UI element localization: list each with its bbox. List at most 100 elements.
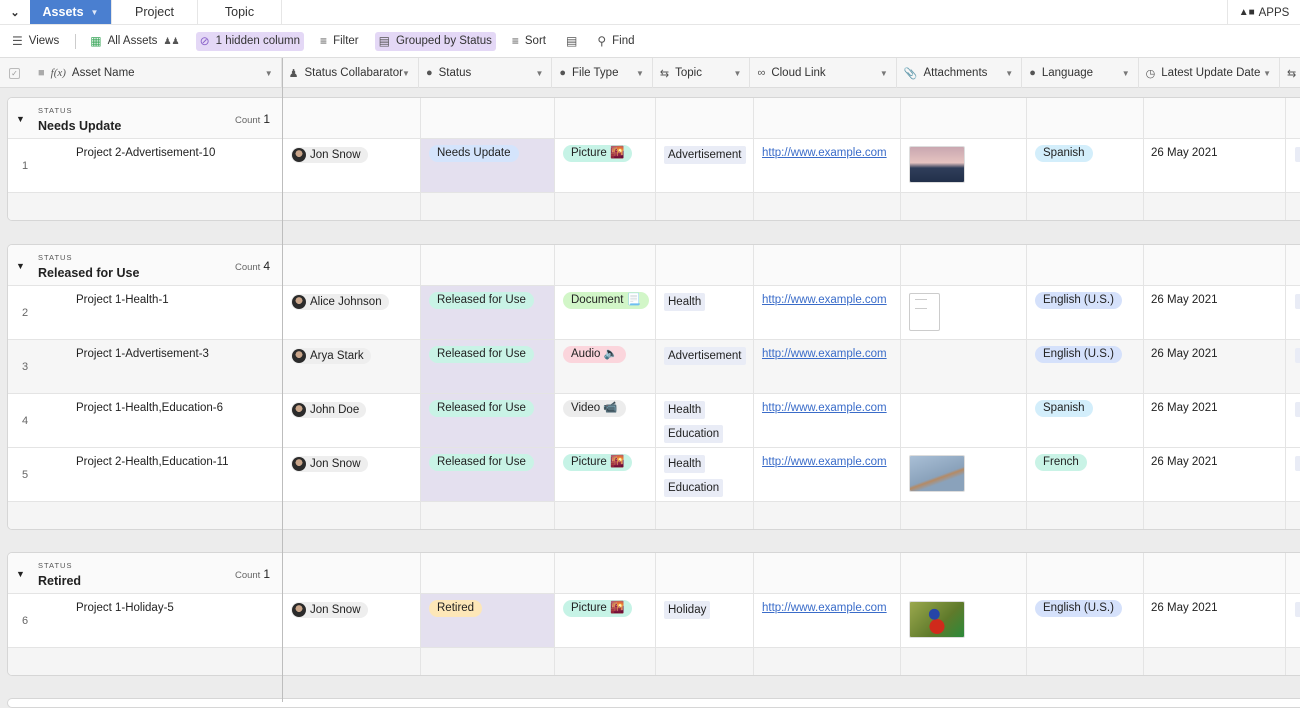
asset-name-cell[interactable]: 2 Project 1-Health-1 — [8, 286, 283, 339]
chevron-down-icon[interactable]: ⌄ — [0, 0, 30, 24]
attachments-cell[interactable] — [901, 139, 1027, 192]
latest-update-date-cell[interactable]: 26 May 2021 — [1144, 286, 1286, 339]
views-button[interactable]: ☰ Views — [8, 32, 63, 51]
attachment-thumbnail[interactable] — [909, 146, 965, 183]
column-header-cloud-link[interactable]: ∞ Cloud Link ▼ — [750, 58, 897, 88]
column-menu-chevron-icon[interactable]: ▼ — [265, 69, 273, 78]
file-type-cell[interactable]: Picture 🌇 — [555, 448, 656, 501]
column-header-file-type[interactable]: ● File Type ▼ — [552, 58, 653, 88]
language-cell[interactable]: English (U.S.) — [1027, 286, 1144, 339]
find-button[interactable]: ⚲ Find — [593, 32, 638, 51]
next-column-cell[interactable] — [1286, 139, 1300, 192]
tab-project[interactable]: Project — [112, 0, 198, 24]
asset-name-cell[interactable]: 6 Project 1-Holiday-5 — [8, 594, 283, 647]
collaborator-cell[interactable]: John Doe — [283, 394, 421, 447]
attachments-cell[interactable] — [901, 286, 1027, 339]
topic-cell[interactable]: Health Education — [656, 394, 754, 447]
table-row[interactable]: 3 Project 1-Advertisement-3 Arya Stark R… — [8, 340, 1300, 394]
apps-button[interactable]: ▲■ APPS — [1227, 0, 1300, 25]
table-row[interactable]: 2 Project 1-Health-1 Alice Johnson Relea… — [8, 286, 1300, 340]
topic-cell[interactable]: Health — [656, 286, 754, 339]
tab-assets[interactable]: Assets ▼ — [30, 0, 112, 24]
file-type-cell[interactable]: Video 📹 — [555, 394, 656, 447]
next-column-cell[interactable] — [1286, 394, 1300, 447]
cloud-link[interactable]: http://www.example.com — [762, 294, 887, 306]
column-menu-chevron-icon[interactable]: ▼ — [1005, 69, 1013, 78]
latest-update-date-cell[interactable]: 26 May 2021 — [1144, 394, 1286, 447]
add-record-row[interactable] — [8, 648, 1300, 675]
group-header[interactable]: ▼ STATUS Needs Update Count 1 — [8, 98, 1300, 139]
column-menu-chevron-icon[interactable]: ▼ — [535, 69, 543, 78]
file-type-cell[interactable]: Audio 🔈 — [555, 340, 656, 393]
topic-tag[interactable]: Health — [664, 455, 706, 473]
column-menu-chevron-icon[interactable]: ▼ — [880, 69, 888, 78]
file-type-cell[interactable]: Picture 🌇 — [555, 139, 656, 192]
attachments-cell[interactable] — [901, 448, 1027, 501]
group-header[interactable]: ▼ STATUS Retired Count 1 — [8, 553, 1300, 594]
cloud-link-cell[interactable]: http://www.example.com — [754, 594, 901, 647]
group-button[interactable]: ▤ Grouped by Status — [374, 31, 496, 51]
filter-button[interactable]: ≡ Filter — [316, 32, 363, 51]
row-height-button[interactable]: ▤ — [562, 32, 581, 51]
column-menu-chevron-icon[interactable]: ▼ — [402, 69, 410, 78]
cloud-link[interactable]: http://www.example.com — [762, 402, 887, 414]
cloud-link[interactable]: http://www.example.com — [762, 602, 887, 614]
topic-tag[interactable]: Advertisement — [664, 146, 746, 164]
attachments-cell[interactable] — [901, 594, 1027, 647]
collapse-group-icon[interactable]: ▼ — [16, 114, 25, 124]
latest-update-date-cell[interactable]: 26 May 2021 — [1144, 139, 1286, 192]
column-header-status-collaborator[interactable]: ♟ Status Collabarator ▼ — [282, 58, 419, 88]
group-header[interactable]: ▼ STATUS Released for Use Count 4 — [8, 245, 1300, 286]
latest-update-date-cell[interactable]: 26 May 2021 — [1144, 340, 1286, 393]
hide-fields-button[interactable]: ⊘ 1 hidden column — [195, 31, 305, 51]
table-row[interactable]: 6 Project 1-Holiday-5 Jon Snow Retired P… — [8, 594, 1300, 648]
attachments-cell[interactable] — [901, 340, 1027, 393]
view-switcher[interactable]: ▦ All Assets ♟♟ — [86, 32, 183, 51]
table-row[interactable]: 4 Project 1-Health,Education-6 John Doe … — [8, 394, 1300, 448]
topic-cell[interactable]: Advertisement — [656, 340, 754, 393]
add-record-row[interactable] — [8, 193, 1300, 220]
status-cell[interactable]: Released for Use — [421, 286, 555, 339]
column-header-status[interactable]: ● Status ▼ — [419, 58, 553, 88]
file-type-cell[interactable]: Picture 🌇 — [555, 594, 656, 647]
add-record-row[interactable] — [8, 502, 1300, 529]
topic-cell[interactable]: Holiday — [656, 594, 754, 647]
cloud-link-cell[interactable]: http://www.example.com — [754, 139, 901, 192]
sort-button[interactable]: ≡ Sort — [508, 32, 550, 51]
asset-name-cell[interactable]: 4 Project 1-Health,Education-6 — [8, 394, 283, 447]
tab-topic[interactable]: Topic — [198, 0, 282, 24]
language-cell[interactable]: English (U.S.) — [1027, 340, 1144, 393]
column-menu-chevron-icon[interactable]: ▼ — [734, 69, 742, 78]
column-menu-chevron-icon[interactable]: ▼ — [1263, 69, 1271, 78]
collaborator-cell[interactable]: Jon Snow — [283, 139, 421, 192]
topic-tag[interactable]: Health — [664, 401, 706, 419]
topic-cell[interactable]: Advertisement — [656, 139, 754, 192]
asset-name-cell[interactable]: 5 Project 2-Health,Education-11 — [8, 448, 283, 501]
topic-tag[interactable]: Education — [664, 479, 724, 497]
status-cell[interactable]: Needs Update — [421, 139, 555, 192]
table-row[interactable]: 5 Project 2-Health,Education-11 Jon Snow… — [8, 448, 1300, 502]
latest-update-date-cell[interactable]: 26 May 2021 — [1144, 594, 1286, 647]
topic-cell[interactable]: Health Education — [656, 448, 754, 501]
language-cell[interactable]: English (U.S.) — [1027, 594, 1144, 647]
column-header-latest-update-date[interactable]: ◷ Latest Update Date ▼ — [1139, 58, 1281, 88]
collapse-group-icon[interactable]: ▼ — [16, 569, 25, 579]
status-cell[interactable]: Retired — [421, 594, 555, 647]
status-cell[interactable]: Released for Use — [421, 448, 555, 501]
cloud-link[interactable]: http://www.example.com — [762, 348, 887, 360]
status-cell[interactable]: Released for Use — [421, 394, 555, 447]
attachment-thumbnail[interactable] — [909, 601, 965, 638]
cloud-link[interactable]: http://www.example.com — [762, 456, 887, 468]
next-column-cell[interactable] — [1286, 340, 1300, 393]
language-cell[interactable]: Spanish — [1027, 394, 1144, 447]
next-column-cell[interactable] — [1286, 594, 1300, 647]
attachment-thumbnail[interactable] — [909, 293, 940, 331]
attachment-thumbnail[interactable] — [909, 455, 965, 492]
column-header-attachments[interactable]: 📎 Attachments ▼ — [897, 58, 1023, 88]
topic-tag[interactable]: Health — [664, 293, 706, 311]
attachments-cell[interactable] — [901, 394, 1027, 447]
next-column-cell[interactable] — [1286, 286, 1300, 339]
collaborator-cell[interactable]: Alice Johnson — [283, 286, 421, 339]
cloud-link-cell[interactable]: http://www.example.com — [754, 286, 901, 339]
latest-update-date-cell[interactable]: 26 May 2021 — [1144, 448, 1286, 501]
